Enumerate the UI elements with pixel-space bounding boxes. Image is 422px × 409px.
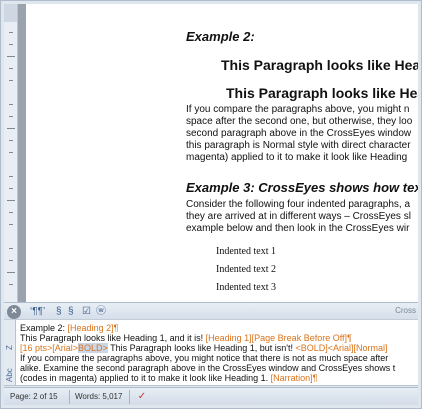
ruler-tick: [9, 44, 13, 45]
crosseyes-toolbar: × ‘¶¶’ § § ☑ ⓦ Cross: [4, 302, 418, 320]
ruler-tick: [9, 80, 13, 81]
crosseyes-line-5: alike. Examine the second paragraph abov…: [20, 363, 395, 373]
body-line: space after the second one, but otherwis…: [186, 116, 413, 127]
pane-title: Cross: [395, 306, 416, 315]
ruler-tick: [9, 104, 13, 105]
ruler-tick: [9, 176, 13, 177]
indented-item: Indented text 3: [216, 282, 276, 293]
crosseyes-line-1: Example 2: [Heading 2]¶: [20, 323, 118, 333]
ruler-tick: [9, 212, 13, 213]
indented-item: Indented text 1: [216, 246, 276, 257]
ruler-tick: [7, 128, 15, 129]
ruler-tick: [9, 284, 13, 285]
body-line: Consider the following four indented par…: [186, 199, 411, 210]
crosseyes-line-2: This Paragraph looks like Heading 1, and…: [20, 333, 352, 343]
selected-format-code[interactable]: BOLD>: [78, 343, 108, 353]
ruler-tick: [9, 140, 13, 141]
indented-item: Indented text 2: [216, 264, 276, 275]
ruler-tick: [7, 272, 15, 273]
ruler-tick: [9, 68, 13, 69]
format-code: [Heading 1][Page Break Before Off]¶: [205, 333, 352, 343]
word-count[interactable]: Words: 5,017: [75, 392, 122, 401]
section-icon[interactable]: §: [56, 306, 62, 318]
example2-heading: Example 2:: [186, 29, 255, 44]
format-code: [Heading 2]¶: [67, 323, 119, 333]
format-code: [16 pts>[Arial>: [20, 343, 79, 353]
body-line: this paragraph is Normal style with dire…: [186, 140, 411, 151]
ruler-tick: [9, 224, 13, 225]
status-separator: [129, 390, 130, 404]
proofing-icon[interactable]: ✓: [134, 390, 150, 404]
body-line: second paragraph above in the CrossEyes …: [186, 128, 412, 139]
ruler-tick: [9, 116, 13, 117]
format-code: [Narration]¶: [270, 373, 318, 383]
line-text: This Paragraph looks like Heading 1, and…: [20, 333, 204, 343]
ruler-margin-band: [4, 4, 17, 22]
heading-paragraph-1: This Paragraph looks like Hea: [221, 57, 418, 73]
checkbox-icon[interactable]: ☑: [82, 306, 91, 318]
body-line: they are arrived at in different ways – …: [186, 211, 411, 222]
close-icon[interactable]: ×: [7, 305, 21, 319]
line-text: This Paragraph looks like Heading 1, but…: [110, 343, 293, 353]
status-bar: Page: 2 of 15 Words: 5,017 ✓: [4, 387, 418, 405]
format-code: <BOLD]<Arial][Normal]: [295, 343, 388, 353]
document-page[interactable]: Example 2: This Paragraph looks like Hea…: [26, 4, 418, 302]
page-count[interactable]: Page: 2 of 15: [10, 392, 58, 401]
section-icon[interactable]: §: [68, 306, 74, 318]
crosseyes-line-6: (codes in magenta) applied to it to make…: [20, 373, 318, 383]
line-text: If you compare the paragraphs above, you…: [20, 353, 389, 363]
ruler-tick: [7, 56, 15, 57]
vertical-ruler[interactable]: [4, 4, 18, 302]
line-text: (codes in magenta) applied to it to make…: [20, 373, 269, 383]
body-line: magenta) applied to it to make it look l…: [186, 152, 408, 163]
crosseyes-line-4: If you compare the paragraphs above, you…: [20, 353, 388, 363]
side-tab-abc[interactable]: Abc: [5, 368, 14, 382]
crosseyes-line-3: [16 pts>[Arial>BOLD> This Paragraph look…: [20, 343, 388, 353]
line-text: Example 2:: [20, 323, 66, 333]
pane-side-tabs: Z Abc: [4, 320, 16, 385]
paragraph-marks-icon[interactable]: ‘¶¶’: [30, 306, 45, 318]
example3-heading: Example 3: CrossEyes shows how text is: [186, 180, 418, 195]
body-line: If you compare the paragraphs above, you…: [186, 104, 410, 115]
ruler-tick: [7, 200, 15, 201]
ruler-tick: [9, 32, 13, 33]
help-icon[interactable]: ⓦ: [96, 306, 106, 318]
body-line: example below and then look in the Cross…: [186, 223, 410, 234]
side-tab-z[interactable]: Z: [5, 345, 14, 350]
ruler-tick: [9, 188, 13, 189]
status-separator: [69, 390, 70, 404]
crosseyes-pane[interactable]: Z Abc Example 2: [Heading 2]¶ This Parag…: [4, 320, 418, 386]
ruler-tick: [9, 248, 13, 249]
ruler-tick: [9, 260, 13, 261]
ruler-tick: [9, 152, 13, 153]
heading-paragraph-2: This Paragraph looks like Hea: [226, 85, 418, 101]
line-text: alike. Examine the second paragraph abov…: [20, 363, 396, 373]
